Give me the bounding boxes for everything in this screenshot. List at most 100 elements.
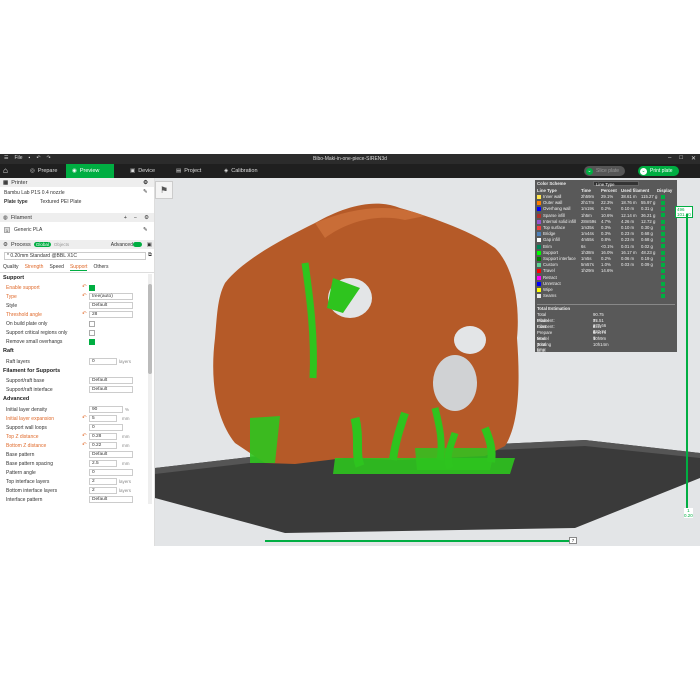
- legend-display-checkbox[interactable]: [661, 219, 665, 224]
- enable-support-checkbox[interactable]: [89, 285, 95, 291]
- compare-icon[interactable]: ⧉: [148, 252, 152, 259]
- legend-row: Top surface 1m35s 0.3% 0.10 m 0.30 g: [537, 225, 675, 231]
- legend-row: Inner wall 2h59m 29.1% 38.61 m 115.27 g: [537, 194, 675, 200]
- close-icon[interactable]: ✕: [691, 155, 696, 162]
- top-z-input[interactable]: 0.28: [89, 433, 117, 440]
- legend-display-checkbox[interactable]: [661, 293, 665, 298]
- wall-loops-input[interactable]: 0: [89, 424, 123, 431]
- filament-slot-badge: 1: [4, 227, 10, 233]
- type-label: Type: [6, 294, 17, 300]
- save-preset-icon[interactable]: ▣: [147, 242, 152, 248]
- tab-project[interactable]: ▤ Project: [170, 164, 207, 178]
- legend-display-checkbox[interactable]: [661, 250, 665, 255]
- plate-type-select[interactable]: Textured PEI Plate: [40, 198, 81, 206]
- remove-overhangs-label: Remove small overhangs: [6, 339, 63, 345]
- advanced-switch[interactable]: [133, 242, 142, 247]
- remove-filament-icon[interactable]: −: [134, 215, 137, 221]
- subtab-others[interactable]: Others: [93, 264, 108, 271]
- home-icon[interactable]: ⌂: [3, 166, 13, 176]
- legend-display-checkbox[interactable]: [661, 238, 665, 243]
- legend-display-checkbox[interactable]: [661, 281, 665, 286]
- enable-support-label: Enable support: [6, 285, 40, 291]
- global-toggle[interactable]: Global: [33, 242, 51, 247]
- legend-display-checkbox[interactable]: [661, 287, 665, 292]
- threshold-angle-input[interactable]: 28: [89, 311, 133, 318]
- raft-layers-input[interactable]: 0: [89, 358, 117, 365]
- printer-name: Bambu Lab P1S 0.4 nozzle: [4, 190, 65, 196]
- legend-display-checkbox[interactable]: [661, 225, 665, 230]
- settings-icon[interactable]: ⚙: [143, 180, 148, 186]
- style-select[interactable]: Default: [89, 302, 133, 309]
- critical-regions-checkbox[interactable]: [89, 330, 95, 336]
- color-scheme-select[interactable]: Line Type: [593, 181, 639, 187]
- base-spacing-input[interactable]: 2.5: [89, 460, 117, 467]
- total-label: Cost:: [537, 324, 548, 329]
- reset-icon[interactable]: ↶: [82, 311, 87, 317]
- layer-slider-track[interactable]: [686, 214, 688, 514]
- legend-display-checkbox[interactable]: [661, 244, 665, 249]
- move-slider-track[interactable]: [265, 540, 571, 542]
- legend-display-checkbox[interactable]: [661, 194, 665, 199]
- tab-calibration[interactable]: ◈ Calibration: [218, 164, 264, 178]
- legend-line-type: Top surface: [543, 225, 566, 230]
- process-section-title: Process: [10, 241, 31, 248]
- filament-item[interactable]: 1 Generic PLA: [4, 226, 42, 234]
- legend-row: Wipe: [537, 287, 675, 293]
- remove-overhangs-checkbox[interactable]: [89, 339, 95, 345]
- reset-icon[interactable]: ↶: [82, 442, 87, 448]
- preview-viewport[interactable]: ⚑ Color Scheme Line Type Line Type Time …: [155, 178, 700, 546]
- process-section-header: ⚙ Process Global Objects Advanced ▣: [0, 240, 154, 249]
- move-slider-handle[interactable]: 7: [569, 537, 577, 544]
- legend-display-checkbox[interactable]: [661, 207, 665, 212]
- settings-sidebar: ▦ Printer ⚙ Bambu Lab P1S 0.4 nozzle ✎ P…: [0, 178, 155, 546]
- initial-expansion-input[interactable]: 5: [89, 415, 117, 422]
- raft-group-title: Raft: [3, 348, 14, 354]
- base-pattern-select[interactable]: Default: [89, 451, 133, 458]
- legend-display-checkbox[interactable]: [661, 262, 665, 267]
- legend-display-checkbox[interactable]: [661, 269, 665, 274]
- subtab-speed[interactable]: Speed: [49, 264, 63, 271]
- legend-display-checkbox[interactable]: [661, 213, 665, 218]
- legend-header: Line Type Time Percent Used filament Dis…: [537, 188, 675, 194]
- subtab-strength[interactable]: Strength: [25, 264, 44, 271]
- scrollbar-thumb[interactable]: [148, 284, 152, 374]
- top-interface-input[interactable]: 2: [89, 478, 117, 485]
- type-select[interactable]: tree(auto): [89, 293, 133, 300]
- printer-selector[interactable]: Bambu Lab P1S 0.4 nozzle: [4, 189, 65, 197]
- bottom-z-input[interactable]: 0.22: [89, 442, 117, 449]
- legend-swatch: [537, 288, 541, 292]
- edit-icon[interactable]: ✎: [143, 227, 148, 233]
- slice-plate-button[interactable]: ⌄ Slice plate: [584, 166, 626, 176]
- objects-toggle[interactable]: Objects: [54, 242, 69, 247]
- bottom-interface-input[interactable]: 2: [89, 487, 117, 494]
- sidebar-scrollbar[interactable]: [148, 274, 152, 504]
- minimize-icon[interactable]: –: [668, 155, 671, 162]
- reset-icon[interactable]: ↶: [82, 433, 87, 439]
- tab-device[interactable]: ▣ Device: [124, 164, 161, 178]
- maximize-icon[interactable]: □: [679, 155, 683, 162]
- tab-preview[interactable]: ◉ Preview: [66, 164, 114, 178]
- initial-density-input[interactable]: 90: [89, 406, 123, 413]
- legend-display-checkbox[interactable]: [661, 256, 665, 261]
- legend-display-checkbox[interactable]: [661, 275, 665, 280]
- edit-icon[interactable]: ✎: [143, 189, 148, 195]
- interface-pattern-select[interactable]: Default: [89, 496, 133, 503]
- process-preset-select[interactable]: * 0.20mm Standard @BBL X1C: [4, 252, 146, 260]
- pattern-angle-input[interactable]: 0: [89, 469, 133, 476]
- subtab-quality[interactable]: Quality: [3, 264, 19, 271]
- on-build-plate-checkbox[interactable]: [89, 321, 95, 327]
- reset-icon[interactable]: ↶: [82, 415, 87, 421]
- legend-display-checkbox[interactable]: [661, 200, 665, 205]
- reset-icon[interactable]: ↶: [82, 284, 87, 290]
- legend-time: 2h59m: [581, 194, 595, 199]
- add-filament-icon[interactable]: +: [124, 215, 127, 221]
- printer-section-header[interactable]: ▦ Printer ⚙: [0, 178, 154, 187]
- reset-icon[interactable]: ↶: [82, 293, 87, 299]
- legend-display-checkbox[interactable]: [661, 231, 665, 236]
- settings-icon[interactable]: ⚙: [144, 215, 149, 221]
- subtab-support[interactable]: Support: [69, 264, 88, 271]
- print-plate-button[interactable]: ⌄ Print plate: [638, 166, 679, 176]
- support-base-select[interactable]: Default: [89, 377, 133, 384]
- tab-prepare[interactable]: ◎ Prepare: [24, 164, 63, 178]
- support-interface-select[interactable]: Default: [89, 386, 133, 393]
